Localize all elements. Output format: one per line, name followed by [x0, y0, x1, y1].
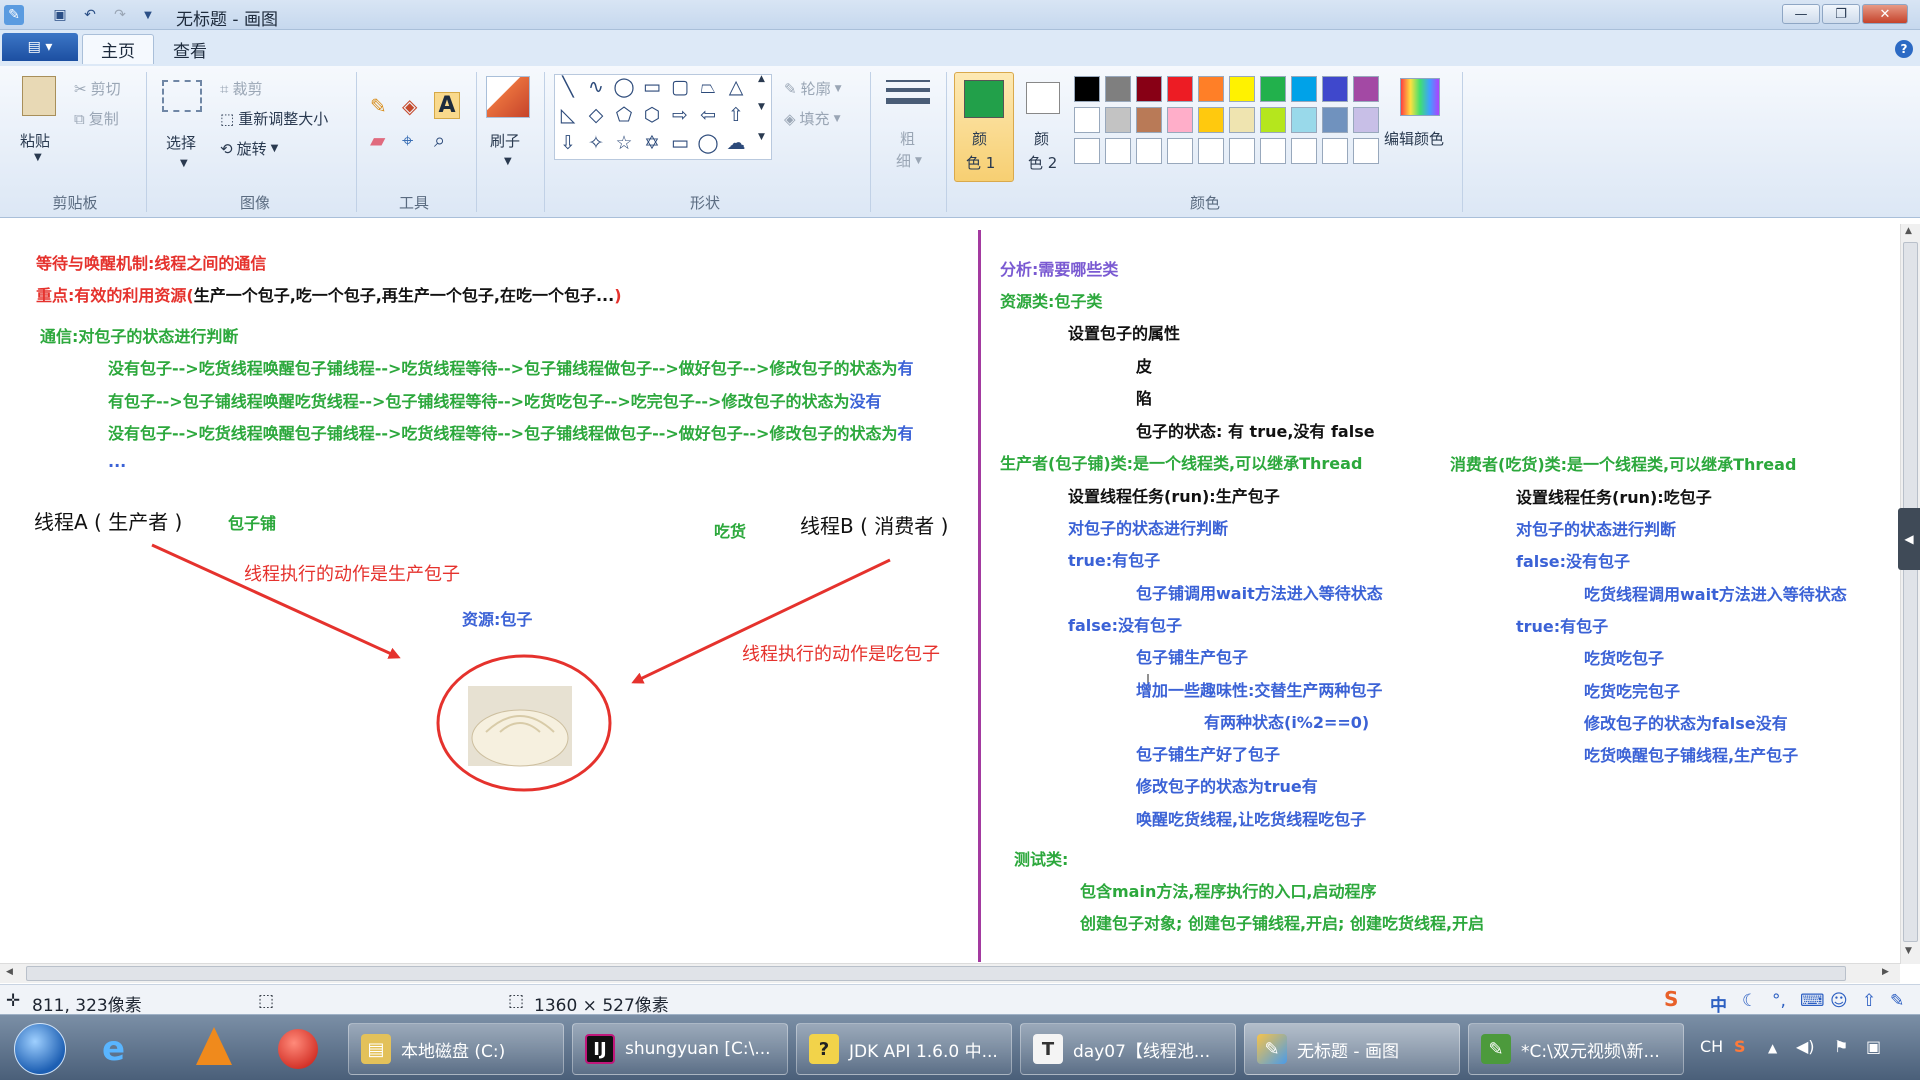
arrow-consumer-to-resource	[631, 558, 891, 684]
consumer-set-false: 修改包子的状态为false没有	[1584, 714, 1788, 733]
ime-skin-icon[interactable]: ⇧	[1862, 991, 1876, 1011]
ime-moon-icon[interactable]: ☾	[1742, 991, 1757, 1011]
vertical-scroll-thumb[interactable]	[1903, 242, 1918, 942]
consumer-eaten: 吃货吃完包子	[1584, 682, 1681, 701]
scroll-right-icon[interactable]: ▶	[1882, 967, 1889, 977]
canvas-drawing-layer	[151, 543, 1149, 792]
tray-expand-icon[interactable]: ▲	[1768, 1041, 1777, 1055]
taskbar: e ▤ 本地磁盘 (C:) IJ shungyuan [C:\... ? JDK AP…	[0, 1014, 1920, 1080]
intellij-icon: IJ	[585, 1034, 615, 1064]
taskbar-item-editor[interactable]: ✎ *C:\双元视频\新...	[1468, 1023, 1684, 1075]
taskbar-item-explorer[interactable]: ▤ 本地磁盘 (C:)	[348, 1023, 564, 1075]
vlc-icon[interactable]	[196, 1027, 232, 1065]
consumer-class: 消费者(吃货)类:是一个线程类,可以继承Thread	[1450, 455, 1797, 474]
editor-icon: ✎	[1481, 1034, 1511, 1064]
consumer-wait: 吃货线程调用wait方法进入等待状态	[1584, 585, 1847, 604]
taskbar-item-label: 本地磁盘 (C:)	[401, 1041, 506, 1062]
sogou-tray-icon[interactable]: S	[1734, 1037, 1746, 1056]
ime-keyboard-icon[interactable]: ⌨	[1800, 991, 1825, 1011]
action-center-icon[interactable]: ▣	[1866, 1037, 1881, 1056]
resource-attrs: 设置包子的属性	[1068, 324, 1181, 343]
selection-size-icon: ⬚	[258, 991, 275, 1011]
help-file-icon: ?	[809, 1034, 839, 1064]
ime-tools-icon[interactable]: ✎	[1890, 991, 1904, 1011]
taskbar-item-label: *C:\双元视频\新...	[1521, 1041, 1660, 1062]
scroll-left-icon[interactable]: ◀	[6, 967, 13, 977]
ime-mode[interactable]: 中	[1710, 991, 1727, 1016]
producer-class: 生产者(包子铺)类:是一个线程类,可以继承Thread	[1000, 454, 1363, 473]
producer-fun: 增加一些趣味性:交替生产两种包子	[1136, 681, 1383, 700]
producer-two-states: 有两种状态(i%2==0)	[1204, 713, 1370, 732]
steamed-bun-image	[468, 686, 572, 767]
taskbar-item-paint[interactable]: ✎ 无标题 - 画图	[1244, 1023, 1460, 1075]
analysis-title: 分析:需要哪些类	[1000, 260, 1119, 279]
taskbar-item-jdk-api[interactable]: ? JDK API 1.6.0 中...	[796, 1023, 1012, 1075]
producer-true: true:有包子	[1068, 551, 1161, 570]
producer-set-true: 修改包子的状态为true有	[1136, 777, 1318, 796]
producer-make: 包子铺生产包子	[1136, 648, 1249, 667]
producer-wait: 包子铺调用wait方法进入等待状态	[1136, 584, 1383, 603]
cursor-position-icon: ✛	[6, 991, 21, 1011]
vertical-scrollbar[interactable]: ▲ ▼	[1900, 224, 1920, 964]
consumer-check: 对包子的状态进行判断	[1516, 520, 1677, 539]
language-indicator[interactable]: CH	[1700, 1037, 1723, 1056]
volume-icon[interactable]: ◀)	[1796, 1037, 1815, 1056]
producer-false: false:没有包子	[1068, 616, 1183, 635]
resource-attr-skin: 皮	[1136, 357, 1153, 376]
record-app-icon[interactable]	[278, 1029, 318, 1069]
resource-class: 资源类:包子类	[1000, 292, 1103, 311]
consumer-true: true:有包子	[1516, 617, 1609, 636]
typora-icon: T	[1033, 1034, 1063, 1064]
resource-attr-filling: 陷	[1136, 389, 1153, 408]
taskbar-item-label: day07【线程池...	[1073, 1041, 1211, 1062]
producer-done: 包子铺生产好了包子	[1136, 745, 1281, 764]
canvas-size-icon: ⬚	[508, 991, 525, 1011]
taskbar-item-label: shungyuan [C:\...	[625, 1039, 771, 1059]
test-main: 包含main方法,程序执行的入口,启动程序	[1080, 882, 1377, 901]
test-class: 测试类:	[1014, 850, 1069, 869]
ime-punct-icon[interactable]: °,	[1772, 991, 1786, 1011]
taskbar-item-typora[interactable]: Tday07【线程池...	[1020, 1023, 1236, 1075]
ime-user-icon[interactable]: ☺	[1830, 991, 1848, 1011]
consumer-eat: 吃货吃包子	[1584, 649, 1665, 668]
side-panel-collapse-icon[interactable]: ◀	[1898, 508, 1920, 570]
test-create: 创建包子对象; 创建包子铺线程,开启; 创建吃货线程,开启	[1080, 914, 1485, 933]
consumer-task: 设置线程任务(run):吃包子	[1516, 488, 1712, 507]
network-icon[interactable]: ⚑	[1834, 1037, 1848, 1056]
taskbar-item-label: 无标题 - 画图	[1297, 1041, 1399, 1062]
sogou-ime-icon[interactable]: S	[1664, 987, 1678, 1011]
canvas-size: 1360 × 527像素	[534, 996, 669, 1016]
cursor-position: 811, 323像素	[32, 996, 142, 1016]
ie-icon[interactable]: e	[102, 1029, 125, 1069]
arrow-producer-to-resource	[151, 543, 401, 659]
folder-icon: ▤	[361, 1034, 391, 1064]
producer-check: 对包子的状态进行判断	[1068, 519, 1229, 538]
scroll-up-icon[interactable]: ▲	[1905, 226, 1912, 236]
producer-task: 设置线程任务(run):生产包子	[1068, 487, 1280, 506]
consumer-false: false:没有包子	[1516, 552, 1631, 571]
scroll-down-icon[interactable]: ▼	[1905, 946, 1912, 956]
resource-attr-state: 包子的状态: 有 true,没有 false	[1136, 422, 1375, 441]
start-button-icon[interactable]	[14, 1023, 66, 1075]
producer-notify: 唤醒吃货线程,让吃货线程吃包子	[1136, 810, 1367, 829]
consumer-notify: 吃货唤醒包子铺线程,生产包子	[1584, 746, 1799, 765]
status-bar: ✛ 811, 323像素 ⬚ ⬚ 1360 × 527像素 S 中 ☾ °, ⌨…	[0, 984, 1920, 1016]
paint-icon: ✎	[1257, 1034, 1287, 1064]
taskbar-item-intellij[interactable]: IJ shungyuan [C:\...	[572, 1023, 788, 1075]
horizontal-scroll-thumb[interactable]	[26, 966, 1846, 981]
taskbar-item-label: JDK API 1.6.0 中...	[849, 1041, 998, 1062]
